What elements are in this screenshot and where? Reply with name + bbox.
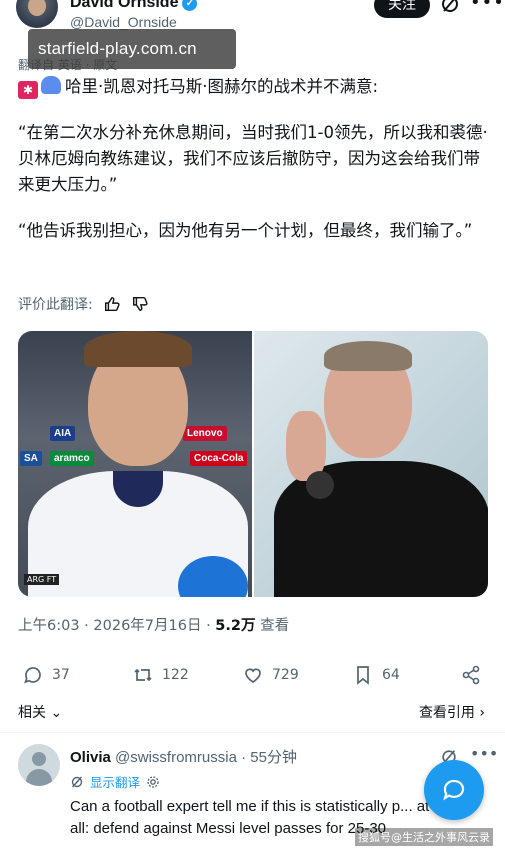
bookmark-button[interactable]: 64 bbox=[352, 664, 400, 686]
tuchel-hair bbox=[324, 341, 412, 371]
reply-author-name[interactable]: Olivia bbox=[70, 749, 111, 766]
like-count: 729 bbox=[272, 667, 299, 683]
share-button[interactable] bbox=[460, 664, 482, 686]
tweet-meta: 上午6:03 · 2026年7月16日 · 5.2万 查看 bbox=[18, 614, 289, 635]
show-translation-row[interactable]: 显示翻译 bbox=[70, 772, 160, 791]
reply-time: · 55分钟 bbox=[236, 749, 297, 766]
chevron-down-icon: ⌄ bbox=[50, 705, 63, 721]
kane-hair bbox=[84, 331, 192, 367]
ad-board-aramco: aramco bbox=[50, 451, 94, 466]
tweet-timestamp[interactable]: 上午6:03 · 2026年7月16日 · bbox=[18, 618, 215, 634]
ad-board-aia: AIA bbox=[50, 426, 76, 441]
reply-button[interactable]: 37 bbox=[22, 664, 70, 686]
reply-author-handle[interactable]: @swissfromrussia bbox=[115, 749, 237, 766]
source-credit-watermark: 搜狐号@生活之外事风云录 bbox=[355, 828, 493, 846]
author-handle[interactable]: @David_Ornside bbox=[70, 14, 177, 30]
action-bar: 37 122 729 64 bbox=[22, 664, 487, 690]
compose-fab-button[interactable] bbox=[424, 760, 484, 820]
press-microphone bbox=[306, 471, 334, 499]
view-quotes-link[interactable]: 查看引用 › bbox=[419, 702, 485, 722]
more-options-icon[interactable]: ••• bbox=[470, 0, 505, 13]
bookmark-count: 64 bbox=[382, 667, 400, 683]
tuchel-press-photo[interactable] bbox=[254, 331, 488, 597]
rate-translation-row: 评价此翻译: bbox=[18, 294, 149, 314]
heart-icon bbox=[245, 668, 261, 683]
chat-bubble-icon bbox=[443, 779, 465, 801]
kane-interview-photo[interactable]: Lenovo Coca-Cola aramco SA AIA ARG FT bbox=[18, 331, 252, 597]
reply-more-options-icon[interactable]: ••• bbox=[470, 744, 498, 763]
view-count: 5.2万 bbox=[215, 618, 256, 634]
rate-translation-label: 评价此翻译: bbox=[18, 297, 93, 313]
speaking-head-emoji-icon bbox=[41, 76, 61, 94]
tweet-body: ✱ 哈里·凯恩对托马斯·图赫尔的战术并不满意: “在第二次水分补充休息期间，当时我… bbox=[18, 74, 493, 264]
tweet-paragraph-3: “他告诉我别担心，因为他有另一个计划，但最终，我们输了。” bbox=[18, 221, 473, 240]
author-avatar[interactable] bbox=[16, 0, 58, 28]
tweet-line-1-text: 哈里·凯恩对托马斯·图赫尔的战术并不满意: bbox=[65, 77, 379, 96]
retweet-button[interactable]: 122 bbox=[132, 664, 189, 686]
tweet-line-1: ✱ 哈里·凯恩对托马斯·图赫尔的战术并不满意: bbox=[18, 74, 493, 100]
like-button[interactable]: 729 bbox=[242, 664, 299, 686]
retweet-icon bbox=[134, 668, 152, 682]
ad-board-sa: SA bbox=[20, 451, 42, 466]
retweet-count: 122 bbox=[162, 667, 189, 683]
settings-gear-icon[interactable] bbox=[146, 775, 160, 789]
siren-emoji-icon: ✱ bbox=[18, 81, 38, 99]
reply-count: 37 bbox=[52, 667, 70, 683]
reply-avatar[interactable] bbox=[18, 744, 60, 786]
thumbs-down-icon[interactable] bbox=[131, 295, 149, 313]
tweet-paragraph-2: “在第二次水分补充休息期间，当时我们1-0领先，所以我和裘德·贝林厄姆向教练建议… bbox=[18, 123, 488, 194]
watermark-overlay: starfield-play.com.cn bbox=[28, 29, 236, 69]
related-dropdown[interactable]: 相关 ⌄ bbox=[18, 702, 62, 722]
view-quotes-label: 查看引用 bbox=[418, 705, 475, 721]
divider bbox=[0, 732, 505, 733]
reply-header: Olivia @swissfromrussia · 55分钟 bbox=[70, 746, 297, 767]
chevron-right-icon: › bbox=[479, 705, 485, 721]
score-tag: ARG FT bbox=[24, 574, 60, 585]
thumbs-up-icon[interactable] bbox=[103, 295, 121, 313]
ad-board-cocacola: Coca-Cola bbox=[190, 451, 248, 466]
show-translation-link[interactable]: 显示翻译 bbox=[90, 772, 140, 791]
verified-badge-icon: ✓ bbox=[182, 0, 198, 11]
ad-board-lenovo: Lenovo bbox=[183, 426, 227, 441]
author-name-text[interactable]: David Ornside bbox=[70, 0, 178, 11]
follow-button[interactable]: 关注 bbox=[374, 0, 430, 18]
tweet-media[interactable]: Lenovo Coca-Cola aramco SA AIA ARG FT bbox=[18, 331, 488, 597]
grok-small-icon bbox=[71, 776, 83, 787]
grok-icon[interactable] bbox=[440, 0, 460, 14]
share-icon bbox=[462, 665, 480, 685]
reply-icon bbox=[24, 667, 41, 684]
bookmark-icon bbox=[357, 666, 369, 685]
author-name[interactable]: David Ornside ✓ bbox=[70, 0, 198, 12]
related-label: 相关 bbox=[18, 705, 46, 721]
views-label: 查看 bbox=[255, 618, 290, 634]
